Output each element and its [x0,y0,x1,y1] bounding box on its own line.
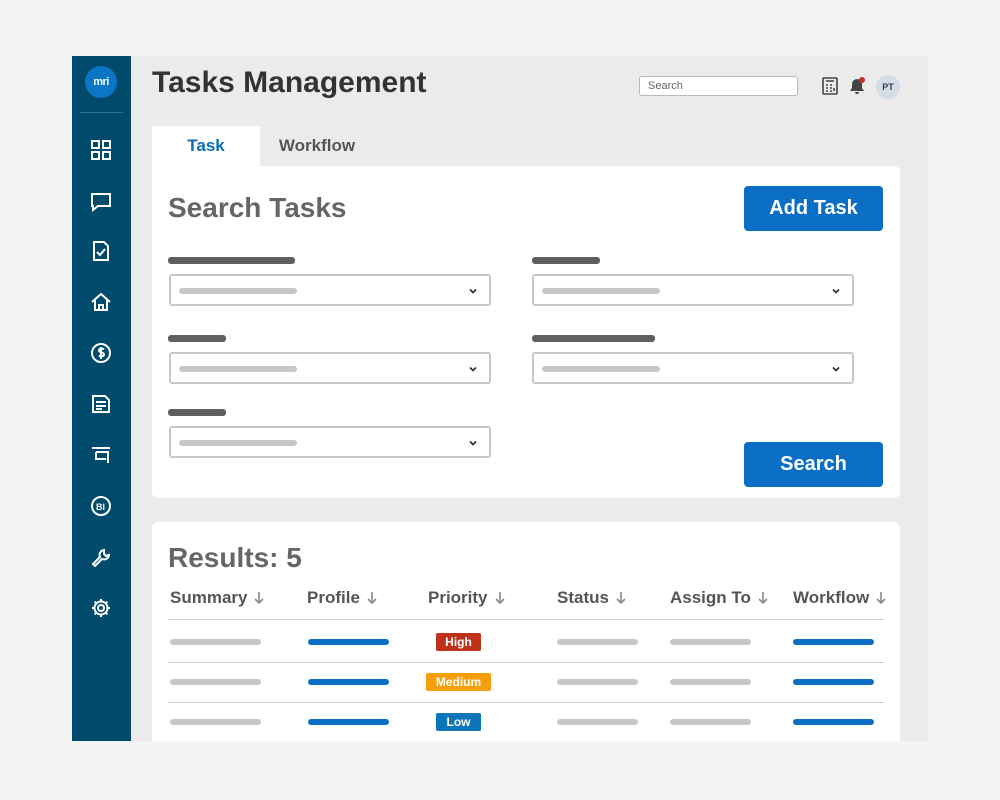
filter-select[interactable] [169,426,491,458]
dashboard-icon[interactable] [89,138,113,162]
sort-arrow-icon [616,592,626,605]
results-count: Results: 5 [168,542,302,573]
sort-arrow-icon [254,592,265,605]
sort-arrow-icon [494,592,505,605]
sidebar: mri BI [72,56,131,741]
brand-logo[interactable]: mri [85,66,117,98]
global-search-input[interactable] [639,76,798,96]
tab-task[interactable]: Task [152,126,260,166]
app-window: mri BI Tasks Management Search PT Task W… [72,56,928,741]
assign-to-cell [670,719,751,725]
document-icon[interactable] [89,392,113,416]
wrench-icon[interactable] [89,546,113,570]
app-frame: mri BI Tasks Management Search PT Task W… [0,0,1000,800]
summary-cell [170,639,261,645]
tab-workflow[interactable]: Workflow [260,126,374,166]
summary-cell [170,679,261,685]
workflow-link[interactable] [793,639,874,645]
notification-bell-icon[interactable] [847,76,867,96]
main-content: Tasks Management PT Task Workflow Search… [131,56,928,741]
priority-badge: High [436,633,481,651]
profile-link[interactable] [308,639,389,645]
sort-arrow-icon [876,592,886,605]
field-label [532,335,655,342]
column-header-summary[interactable]: Summary [170,588,265,608]
user-avatar[interactable]: PT [876,75,900,99]
home-icon[interactable] [89,290,113,314]
sidebar-divider [80,112,123,113]
chat-icon[interactable] [89,190,113,214]
sort-arrow-icon [367,592,377,605]
column-label: Status [557,588,609,607]
reports-icon[interactable] [89,443,113,467]
column-header-profile[interactable]: Profile [307,588,378,608]
profile-link[interactable] [308,719,389,725]
status-cell [557,719,638,725]
assign-to-cell [670,679,751,685]
column-label: Workflow [793,588,870,607]
dollar-icon[interactable] [89,341,113,365]
field-label [168,335,226,342]
column-label: Assign To [670,588,751,607]
column-label: Summary [170,588,248,607]
workflow-link[interactable] [793,679,874,685]
field-label [168,409,226,416]
chevron-down-icon [469,288,477,294]
column-label: Priority [428,588,488,607]
filter-select[interactable] [169,274,491,306]
filter-select[interactable] [169,352,491,384]
status-cell [557,679,638,685]
settings-gear-icon[interactable] [89,596,113,620]
chevron-down-icon [469,440,477,446]
status-cell [557,639,638,645]
column-header-assign-to[interactable]: Assign To [670,588,769,608]
task-checklist-icon[interactable] [89,239,113,263]
table-divider [168,702,884,703]
svg-text:BI: BI [96,502,105,512]
column-label: Profile [307,588,360,607]
search-button[interactable]: Search [744,442,883,487]
filter-select[interactable] [532,352,854,384]
column-header-status[interactable]: Status [557,588,627,608]
column-header-priority[interactable]: Priority [428,588,506,608]
table-divider [168,619,884,620]
field-label [168,257,295,264]
column-header-workflow[interactable]: Workflow [793,588,887,608]
chevron-down-icon [469,366,477,372]
calculator-icon[interactable] [820,76,840,96]
bi-icon[interactable]: BI [89,494,113,518]
profile-link[interactable] [308,679,389,685]
priority-badge: Medium [426,673,491,691]
chevron-down-icon [832,288,840,294]
table-divider [168,662,884,663]
add-task-button[interactable]: Add Task [744,186,883,231]
workflow-link[interactable] [793,719,874,725]
search-tasks-panel: Search Tasks Add Task Search [152,166,900,498]
summary-cell [170,719,261,725]
page-title: Tasks Management [152,66,427,99]
sort-arrow-icon [758,592,768,605]
search-panel-title: Search Tasks [168,192,347,223]
logo-text: mri [93,76,109,88]
field-label [532,257,600,264]
filter-select[interactable] [532,274,854,306]
chevron-down-icon [832,366,840,372]
results-panel: Results: 5 Summary Profile Priority Stat… [152,522,900,741]
priority-badge: Low [436,713,481,731]
assign-to-cell [670,639,751,645]
